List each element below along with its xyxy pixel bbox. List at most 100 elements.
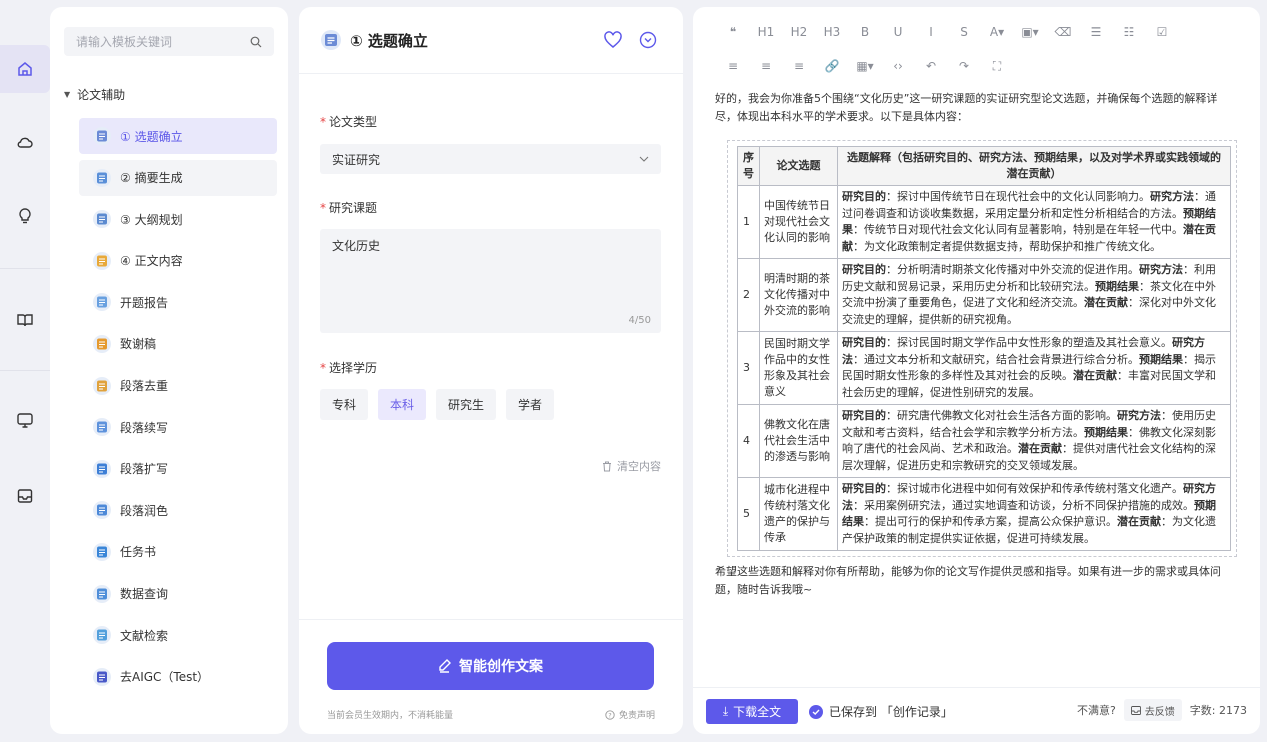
template-item[interactable]: 致谢稿 [79, 326, 277, 362]
template-item-label: 数据查询 [120, 587, 169, 602]
template-icon [93, 418, 111, 437]
row-index: 3 [737, 331, 760, 405]
template-item-label: 段落扩写 [120, 462, 169, 477]
lightbulb-icon[interactable] [0, 192, 50, 240]
toolbar-button[interactable]: H1 [752, 25, 780, 39]
template-item[interactable]: 段落扩写 [79, 451, 277, 487]
toolbar-row-2: ≡ ≡ ≡ 🔗 ▦▾ ‹› ↶ ↷ ⛶ [719, 49, 1239, 83]
inbox-icon[interactable] [0, 472, 50, 520]
collapse-icon[interactable] [639, 31, 657, 49]
template-item-label: 开题报告 [120, 295, 169, 310]
template-item[interactable]: 文献检索 [79, 617, 277, 653]
chevron-down-icon [639, 156, 649, 162]
result-text: 提出可行的保护和传承方案，提高公众保护意识。 [875, 515, 1117, 528]
heart-icon[interactable] [603, 31, 623, 49]
template-icon [93, 210, 111, 229]
check-icon [809, 704, 823, 719]
template-icon [93, 584, 111, 603]
template-search[interactable] [64, 27, 274, 56]
toolbar-button[interactable]: ↷ [950, 59, 978, 73]
paper-type-label: * 论文类型 [320, 115, 378, 129]
toolbar-button[interactable]: ≡ [785, 59, 813, 73]
template-item[interactable]: 开题报告 [79, 284, 277, 320]
toolbar-button[interactable]: H3 [818, 25, 846, 39]
toolbar-button[interactable]: I [917, 25, 945, 39]
pen-icon [439, 659, 451, 673]
toolbar-button[interactable]: ▦▾ [851, 59, 879, 73]
toolbar-button[interactable]: ▣▾ [1016, 25, 1044, 39]
template-item[interactable]: 去AIGC（Test） [79, 659, 277, 695]
method-text: 通过文本分析和文献研究，结合社会背景进行综合分析。 [864, 352, 1139, 366]
search-icon[interactable] [250, 36, 262, 48]
toolbar-button[interactable]: H2 [785, 25, 813, 39]
cloud-icon[interactable] [0, 118, 50, 166]
edu-option-scholar[interactable]: 学者 [506, 389, 555, 420]
toolbar-button[interactable]: ☰ [1082, 25, 1110, 39]
template-item[interactable]: 段落去重 [79, 368, 277, 404]
left-rail [0, 0, 50, 742]
kw-purpose: 研究目的 [842, 409, 886, 422]
toolbar-button[interactable]: ≡ [752, 59, 780, 73]
toolbar-button[interactable]: ≡ [719, 59, 747, 73]
template-icon [321, 30, 341, 50]
template-item[interactable]: ④ 正文内容 [79, 243, 277, 279]
template-item[interactable]: ② 摘要生成 [79, 159, 277, 196]
row-topic: 明清时期的茶文化传播对中外交流的影响 [759, 258, 838, 332]
research-topic-value: 文化历史 [332, 239, 381, 253]
toolbar-button[interactable]: A▾ [983, 25, 1011, 39]
monitor-icon[interactable] [0, 396, 50, 444]
toolbar-button[interactable]: ↶ [917, 59, 945, 73]
toolbar-button[interactable]: ⛶ [983, 59, 1011, 74]
form-footer: 智能创作文案 当前会员生效期内，不消耗能量 ? 免责声明 [299, 619, 683, 734]
purpose-text: 研究唐代佛教文化对社会生活各方面的影响。 [897, 409, 1117, 422]
toolbar-button[interactable]: ☷ [1115, 25, 1143, 39]
research-topic-input[interactable]: 文化历史 4/50 [320, 229, 661, 333]
kw-result: 预期结果 [1095, 279, 1139, 293]
paper-type-select[interactable]: 实证研究 [320, 144, 661, 174]
template-icon [93, 168, 111, 187]
toolbar-button[interactable]: S [950, 25, 978, 39]
template-item-label: 致谢稿 [120, 337, 157, 352]
generate-button[interactable]: 智能创作文案 [327, 642, 654, 690]
book-icon[interactable] [0, 296, 50, 344]
template-item[interactable]: 任务书 [79, 534, 277, 570]
toolbar-button[interactable]: ⌫ [1049, 25, 1077, 39]
document-body[interactable]: 好的，我会为你准备5个围绕“文化历史”这一研究课题的实证研究型论文选题，并确保每… [693, 84, 1246, 684]
row-explanation: 研究目的：探讨中国传统节日在现代社会中的文化认同影响力。研究方法：通过问卷调查和… [837, 185, 1231, 259]
edu-option-graduate[interactable]: 研究生 [436, 389, 497, 420]
toolbar-button[interactable]: B [851, 25, 879, 39]
feedback-button[interactable]: 去反馈 [1123, 699, 1182, 721]
home-icon[interactable] [0, 45, 50, 93]
help-icon: ? [605, 709, 615, 720]
kw-purpose: 研究目的 [842, 263, 886, 276]
template-item[interactable]: ③ 大纲规划 [79, 201, 277, 237]
edu-option-undergraduate[interactable]: 本科 [378, 389, 427, 420]
toolbar-button[interactable]: ‹› [884, 59, 912, 73]
template-item[interactable]: ① 选题确立 [79, 118, 277, 154]
toolbar-button[interactable]: ❝ [719, 25, 747, 39]
disclaimer-link[interactable]: ? 免责声明 [605, 708, 655, 721]
table-row: 2 明清时期的茶文化传播对中外交流的影响 研究目的：分析明清时期茶文化传播对中外交流… [737, 258, 1231, 332]
clear-content-button[interactable]: 清空内容 [602, 458, 661, 474]
group-title: 论文辅助 [77, 88, 126, 102]
kw-result: 预期结果 [1084, 425, 1128, 439]
template-item-label: 文献检索 [120, 628, 169, 643]
template-item[interactable]: 段落续写 [79, 409, 277, 445]
search-input[interactable] [76, 34, 250, 49]
download-button[interactable]: ⤓ 下载全文 [706, 699, 798, 724]
template-item[interactable]: 段落润色 [79, 492, 277, 528]
template-group[interactable]: ▼ 论文辅助 [64, 86, 125, 103]
col-header-topic: 论文选题 [759, 146, 838, 186]
template-item[interactable]: 数据查询 [79, 576, 277, 612]
toolbar-button[interactable]: 🔗 [818, 59, 846, 73]
edu-option-junior-college[interactable]: 专科 [320, 389, 369, 420]
kw-method: 研究方法 [1117, 409, 1161, 422]
toolbar-button[interactable]: ☑ [1148, 25, 1176, 39]
purpose-text: 分析明清时期茶文化传播对中外交流的促进作用。 [897, 263, 1139, 276]
rail-divider [0, 370, 50, 371]
template-item-label: ③ 大纲规划 [120, 212, 183, 227]
row-topic: 城市化进程中传统村落文化遗产的保护与传承 [759, 477, 838, 551]
toolbar-button[interactable]: U [884, 25, 912, 39]
kw-contrib: 潜在贡献 [1084, 296, 1128, 309]
template-icon [93, 501, 111, 520]
